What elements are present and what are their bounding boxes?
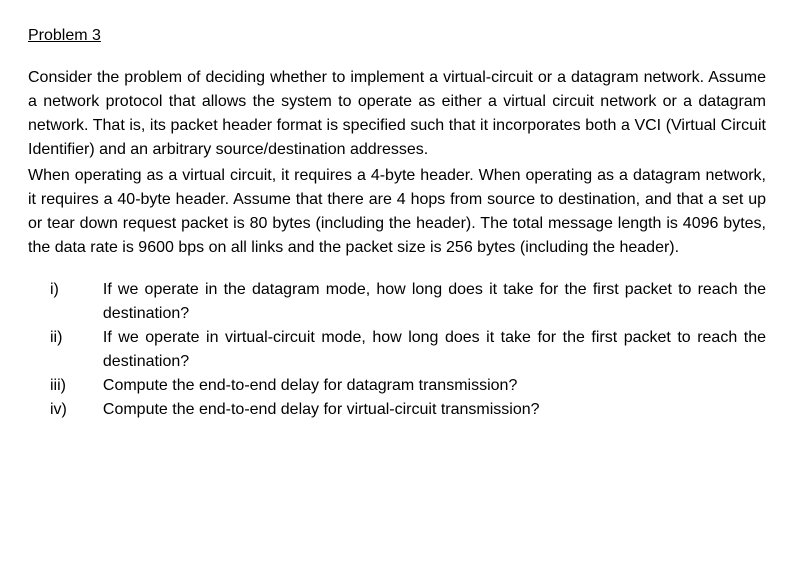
list-text: Compute the end-to-end delay for virtual… bbox=[103, 398, 766, 422]
list-text: If we operate in virtual-circuit mode, h… bbox=[103, 326, 766, 374]
question-list: i) If we operate in the datagram mode, h… bbox=[28, 278, 766, 422]
problem-paragraph-1: Consider the problem of deciding whether… bbox=[28, 66, 766, 162]
list-text: Compute the end-to-end delay for datagra… bbox=[103, 374, 766, 398]
list-marker: iii) bbox=[28, 374, 103, 398]
list-item: iii) Compute the end-to-end delay for da… bbox=[28, 374, 766, 398]
problem-title: Problem 3 bbox=[28, 24, 766, 48]
list-marker: iv) bbox=[28, 398, 103, 422]
list-text: If we operate in the datagram mode, how … bbox=[103, 278, 766, 326]
list-marker: ii) bbox=[28, 326, 103, 374]
list-marker: i) bbox=[28, 278, 103, 326]
list-item: i) If we operate in the datagram mode, h… bbox=[28, 278, 766, 326]
list-item: iv) Compute the end-to-end delay for vir… bbox=[28, 398, 766, 422]
list-item: ii) If we operate in virtual-circuit mod… bbox=[28, 326, 766, 374]
problem-paragraph-2: When operating as a virtual circuit, it … bbox=[28, 164, 766, 260]
